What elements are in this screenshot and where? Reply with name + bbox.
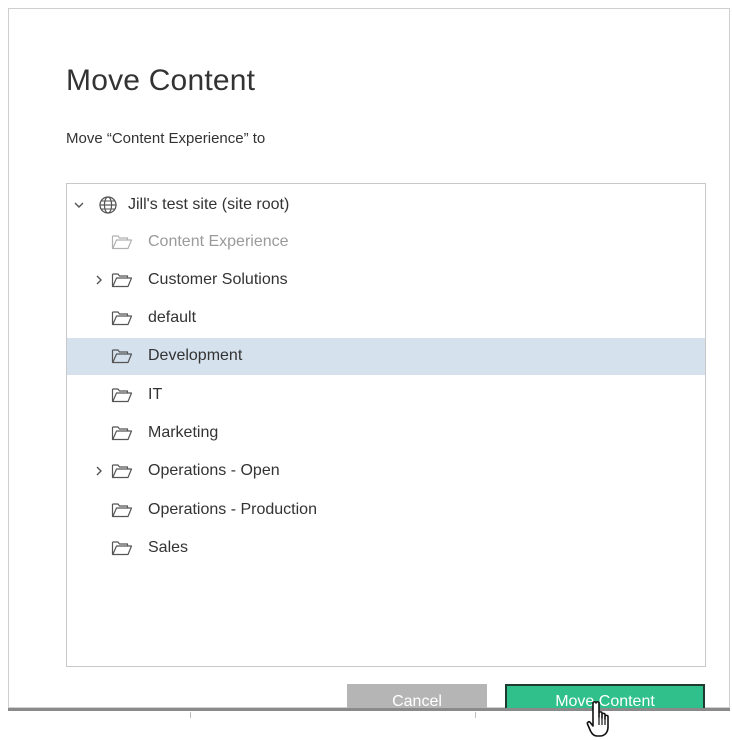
chevron-down-icon[interactable] bbox=[73, 199, 85, 211]
tree-root-label: Jill's test site (site root) bbox=[128, 195, 290, 213]
tree-item-label: Marketing bbox=[148, 424, 219, 441]
tree-item-label: IT bbox=[148, 385, 163, 403]
folder-icon bbox=[111, 347, 133, 365]
tree-item-label: Development bbox=[148, 347, 243, 365]
folder-icon bbox=[111, 386, 133, 404]
dialog-subtitle: Move “Content Experience” to bbox=[66, 130, 266, 147]
folder-icon bbox=[111, 424, 133, 442]
hand-pointer-cursor-icon bbox=[585, 700, 617, 740]
tree-item-label: Content Experience bbox=[148, 232, 289, 250]
tree-item[interactable]: default bbox=[67, 300, 705, 337]
tree-item: Content Experience bbox=[67, 223, 705, 260]
tree-item[interactable]: Operations - Production bbox=[67, 491, 705, 528]
tree-item-label: Operations - Production bbox=[148, 500, 317, 518]
folder-icon bbox=[111, 462, 133, 480]
tree-item[interactable]: IT bbox=[67, 376, 705, 413]
tree-item-label: Operations - Open bbox=[148, 462, 280, 480]
tree-item-label: default bbox=[148, 309, 197, 327]
dialog-title: Move Content bbox=[66, 64, 256, 97]
folder-icon bbox=[111, 233, 133, 251]
bottom-divider bbox=[8, 708, 730, 711]
tree-item-label: Sales bbox=[148, 538, 189, 556]
tree-item-label: Customer Solutions bbox=[148, 270, 288, 288]
tree-item[interactable]: Development bbox=[67, 337, 705, 375]
tree-root-item[interactable]: Jill's test site (site root) bbox=[67, 186, 705, 223]
tree-item[interactable]: Operations - Open bbox=[67, 453, 705, 490]
divider-tick bbox=[190, 712, 191, 718]
folder-icon bbox=[111, 539, 133, 557]
window-bottom-edge bbox=[0, 708, 732, 740]
tree-item[interactable]: Sales bbox=[67, 529, 705, 566]
divider-tick bbox=[475, 712, 476, 718]
page: Move Content Move “Content Experience” t… bbox=[0, 0, 732, 740]
folder-tree: Jill's test site (site root) Content Exp… bbox=[66, 183, 706, 667]
chevron-right-icon[interactable] bbox=[93, 274, 105, 286]
folder-icon bbox=[111, 309, 133, 327]
move-content-dialog: Move Content Move “Content Experience” t… bbox=[8, 8, 730, 720]
folder-icon bbox=[111, 501, 133, 519]
tree-item[interactable]: Marketing bbox=[67, 415, 705, 452]
globe-icon bbox=[97, 195, 119, 214]
tree-item[interactable]: Customer Solutions bbox=[67, 261, 705, 298]
folder-icon bbox=[111, 271, 133, 289]
chevron-right-icon[interactable] bbox=[93, 465, 105, 477]
